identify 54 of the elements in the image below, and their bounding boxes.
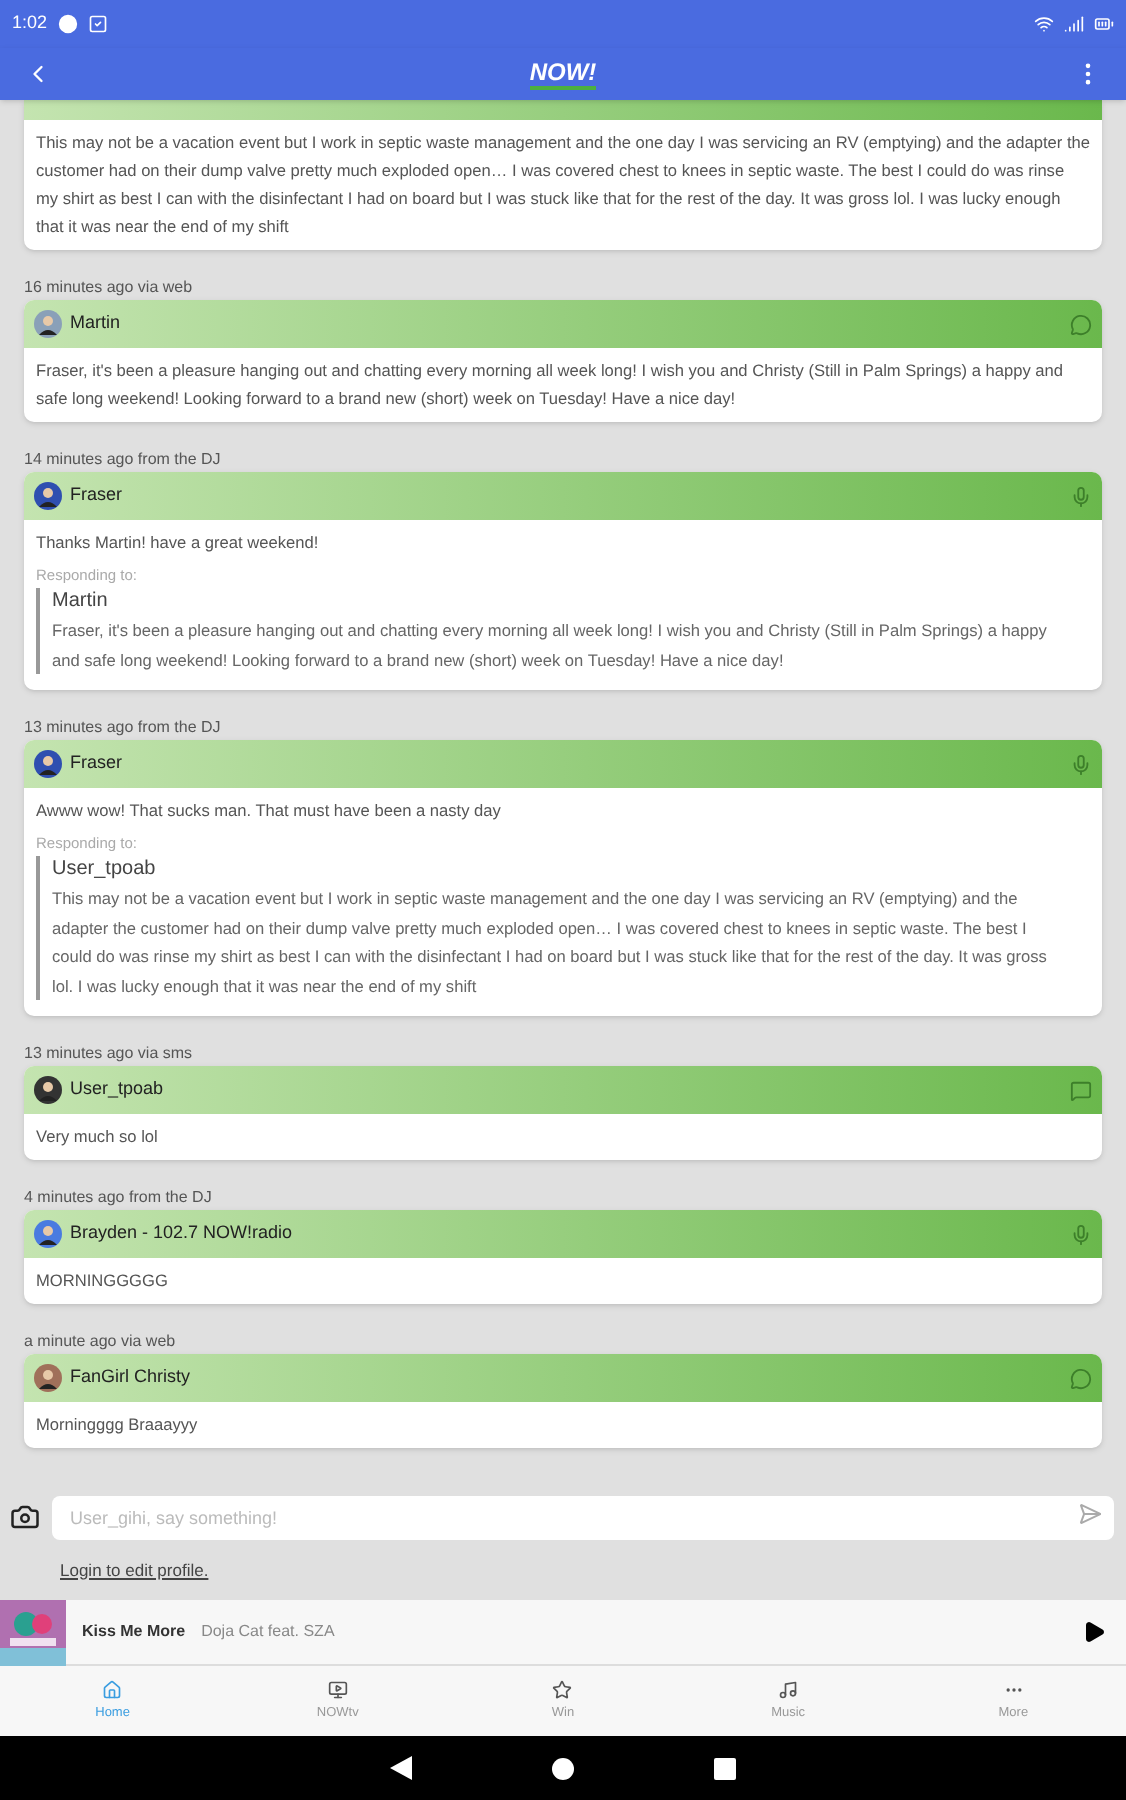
author-name: User_tpoab xyxy=(70,1076,166,1103)
track-artist: Doja Cat feat. SZA xyxy=(201,1620,337,1644)
avatar-icon xyxy=(34,1364,62,1392)
microphone-icon xyxy=(1070,753,1092,775)
avatar-icon xyxy=(34,310,62,338)
message-meta: 13 minutes ago from the DJ xyxy=(22,716,223,740)
message-text: MORNINGGGGG xyxy=(36,1268,170,1294)
login-link[interactable]: Login to edit profile. xyxy=(60,1557,209,1583)
back-icon[interactable] xyxy=(390,1756,412,1780)
play-icon[interactable] xyxy=(1082,1620,1106,1644)
message-meta: 16 minutes ago via web xyxy=(22,276,195,300)
author-name: FanGirl Christy xyxy=(70,1364,193,1391)
app-logo: NOW! xyxy=(529,58,597,90)
avatar-icon xyxy=(34,1076,62,1104)
star-icon xyxy=(552,1679,573,1700)
quoted-text: This may not be a vacation event but I work in septic waste management and the one day I was servicing an RV (emptying) and the adapter the customer had on their dump valve pretty much exploded open… I was covered chest to knees in septic waste. The best I could do was rinse my shirt as best I can with the disinfectant I had on board but I was stuck like that for the rest of the day. It was gross lol. I was lucky enough that it was near the end of my shift xyxy=(52,886,1049,1000)
quoted-author: Martin xyxy=(52,588,110,616)
chat-bubble-icon xyxy=(1070,1367,1092,1389)
message-meta: 13 minutes ago via sms xyxy=(22,1042,195,1066)
battery-icon xyxy=(1094,14,1114,34)
message-text: Morningggg Braaayyy xyxy=(36,1412,200,1438)
quoted-author: User_tpoab xyxy=(52,856,158,884)
camera-icon[interactable] xyxy=(10,1501,40,1531)
message-text: Awww wow! That sucks man. That must have been a nasty day xyxy=(36,798,503,824)
message-meta: 14 minutes ago from the DJ xyxy=(22,448,223,472)
avatar-icon xyxy=(34,750,62,778)
chat-bubble-icon xyxy=(1070,313,1092,335)
message-text: Thanks Martin! have a great weekend! xyxy=(36,530,321,556)
avatar-icon xyxy=(34,482,62,510)
recents-icon[interactable] xyxy=(714,1757,736,1779)
microphone-icon xyxy=(1070,1223,1092,1245)
message-text: Fraser, it's been a pleasure hanging out and chatting every morning all week long! I wish you and Christy (Still in Palm Springs) a happy and safe long weekend! Looking forward to a brand new (short) week on Tuesday! Have a nice day! xyxy=(36,358,1066,412)
microphone-icon xyxy=(1070,485,1092,507)
message-icon xyxy=(1070,1079,1092,1101)
status-time: 1:02 xyxy=(12,10,48,37)
quoted-text: Fraser, it's been a pleasure hanging out and chatting every morning all week long! I wish you and Christy (Still in Palm Springs) a happy and safe long weekend! Looking forward to a brand new (short) week on Tuesday! Have a nice day! xyxy=(52,618,1049,674)
music-note-icon xyxy=(778,1679,799,1700)
author-name: Fraser xyxy=(70,482,125,509)
signal-icon xyxy=(1064,14,1084,34)
avatar-icon xyxy=(34,1220,62,1248)
message-text: This may not be a vacation event but I work in septic waste management and the one day I was servicing an RV (emptying) and the adapter the customer had on their dump valve pretty much exploded open… I was covered chest to knees in septic waste. The best I could do was rinse my shirt as best I can with the disinfectant I had on board but I was stuck like that for the rest of the day. It was gross lol. I was lucky enough that it was near the end of my shift xyxy=(36,130,1090,240)
message-meta: 4 minutes ago from the DJ xyxy=(22,1186,214,1210)
message-meta: a minute ago via web xyxy=(22,1330,178,1354)
message-input[interactable]: User_gihi, say something! xyxy=(52,1496,1114,1540)
message-text: Very much so lol xyxy=(36,1124,160,1150)
tv-icon xyxy=(327,1679,348,1700)
home-icon[interactable] xyxy=(552,1757,574,1779)
author-name: Martin xyxy=(70,310,123,337)
author-name: Brayden - 102.7 NOW!radio xyxy=(70,1220,295,1247)
track-title: Kiss Me More xyxy=(82,1620,186,1644)
home-icon xyxy=(102,1679,123,1700)
notification-icon xyxy=(57,14,78,34)
author-name: Fraser xyxy=(70,750,125,777)
wifi-icon xyxy=(1034,14,1054,34)
